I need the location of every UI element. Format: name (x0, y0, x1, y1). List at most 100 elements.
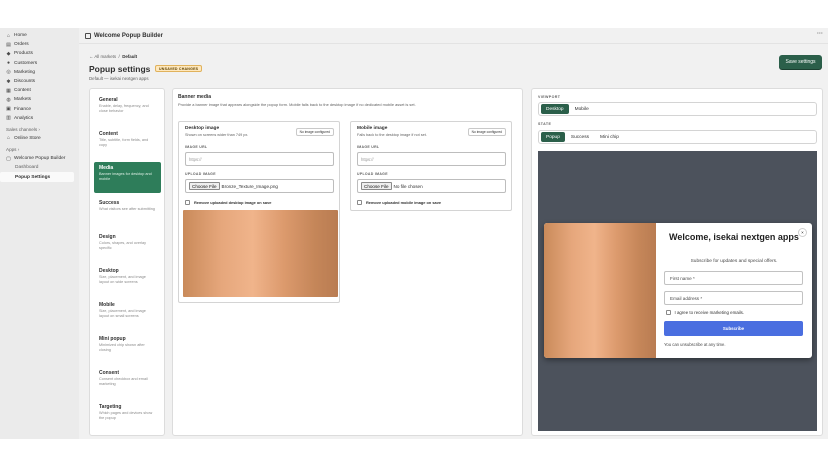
app-icon: ▢ (6, 155, 11, 162)
menu-item-success[interactable]: Success What visitors see after submittin… (94, 197, 161, 215)
mobile-file-name: No file chosen (393, 183, 423, 189)
breadcrumb-separator: / (118, 54, 120, 59)
sidebar-item-customers[interactable]: ● Customers (0, 59, 79, 68)
sidebar-item-discounts[interactable]: ✱ Discounts (0, 77, 79, 86)
menu-item-media[interactable]: Media Banner images for desktop and mobil… (94, 162, 161, 193)
mobile-choose-file-button[interactable]: Choose File (361, 182, 392, 190)
desktop-file-input[interactable]: Choose File Bronze_Texture_Image.png (185, 179, 334, 193)
save-settings-button[interactable]: Save settings (779, 55, 822, 69)
popup-first-name-field[interactable]: First name * (664, 271, 803, 285)
sidebar-item-content[interactable]: ▦ Content (0, 86, 79, 95)
popup-preview: × Welcome, isekai nextgen apps Subscribe… (544, 223, 812, 358)
page-subtitle: Default — isekai nextgen apps (89, 76, 149, 81)
desktop-image-description: Shown on screens wider than 749 px. (185, 133, 249, 137)
viewport-mobile-button[interactable]: Mobile (570, 104, 594, 114)
customers-icon: ● (6, 60, 11, 67)
menu-item-consent[interactable]: Consent Consent checkbox and email market… (94, 367, 161, 390)
marketing-icon: ◎ (6, 69, 11, 76)
settings-menu: General Enable, delay, frequency, and clo… (89, 88, 165, 436)
page-title: Popup settings (89, 64, 151, 74)
mobile-image-status-badge: No image configured (467, 128, 506, 136)
desktop-remove-checkbox[interactable] (185, 200, 190, 205)
sidebar-item-label: Welcome Popup Builder (14, 156, 66, 162)
state-mini-chip-button[interactable]: Mini chip (595, 132, 624, 142)
sidebar-item-app[interactable]: ▢ Welcome Popup Builder (0, 154, 79, 163)
banner-media-card: Banner media Provide a banner image that… (172, 88, 523, 436)
sidebar-item-products[interactable]: ◆ Products (0, 49, 79, 58)
menu-item-desc: Which pages and devices show the popup (99, 411, 153, 420)
menu-item-general[interactable]: General Enable, delay, frequency, and clo… (94, 94, 161, 117)
breadcrumb-back-link[interactable]: ← All markets (89, 54, 116, 59)
desktop-remove-checkbox-row[interactable]: Remove uploaded desktop image on save (185, 200, 271, 205)
sidebar-item-marketing[interactable]: ◎ Marketing (0, 68, 79, 77)
sidebar-item-label: Home (14, 33, 27, 39)
desktop-image-preview (183, 210, 338, 297)
sidebar-item-label: Content (14, 88, 31, 94)
popup-consent-row[interactable]: I agree to receive marketing emails. (666, 310, 744, 315)
orders-icon: ▤ (6, 41, 11, 48)
mobile-remove-checkbox[interactable] (357, 200, 362, 205)
preview-canvas: × Welcome, isekai nextgen apps Subscribe… (538, 151, 817, 431)
menu-item-title: Mobile (99, 302, 115, 308)
desktop-choose-file-button[interactable]: Choose File (189, 182, 220, 190)
sidebar-item-home[interactable]: ⌂ Home (0, 31, 79, 40)
sidebar-item-finance[interactable]: ▣ Finance (0, 105, 79, 114)
mobile-image-description: Falls back to the desktop image if not s… (357, 133, 427, 137)
menu-item-title: Mini popup (99, 336, 126, 342)
state-popup-button[interactable]: Popup (541, 132, 565, 142)
menu-item-title: Desktop (99, 268, 119, 274)
sidebar-item-label: Discounts (14, 79, 36, 85)
sales-channels-label[interactable]: Sales channels › (0, 125, 79, 134)
desktop-image-status-badge: No image configured (295, 128, 334, 136)
desktop-file-name: Bronze_Texture_Image.png (221, 183, 278, 189)
menu-item-content[interactable]: Content Title, subtitle, form fields, and… (94, 128, 161, 151)
popup-email-field[interactable]: Email address * (664, 291, 803, 305)
menu-item-mini-popup[interactable]: Mini popup Minimized chip shown after clo… (94, 333, 161, 356)
popup-title: Welcome, isekai nextgen apps (669, 232, 799, 242)
menu-item-desc: Enable, delay, frequency, and close beha… (99, 104, 149, 113)
menu-item-title: Success (99, 200, 120, 206)
sidebar-item-online-store[interactable]: ⌂ Online Store (0, 134, 79, 143)
mobile-image-url-input[interactable]: https:// (357, 152, 506, 166)
sidebar-item-orders[interactable]: ▤ Orders (0, 40, 79, 49)
mobile-upload-label: UPLOAD IMAGE (357, 172, 388, 176)
desktop-image-title: Desktop image (185, 126, 220, 131)
menu-item-design[interactable]: Design Colors, shapes, and overlay specif… (94, 231, 161, 254)
viewport-toggle: Desktop Mobile (538, 102, 817, 116)
menu-item-desktop[interactable]: Desktop Size, placement, and image layout… (94, 265, 161, 288)
menu-item-title: Consent (99, 370, 119, 376)
breadcrumb-current: Default (122, 54, 138, 59)
popup-subscribe-button[interactable]: Subscribe (664, 321, 803, 336)
state-label: STATE (538, 122, 552, 126)
sidebar-item-analytics[interactable]: ▥ Analytics (0, 114, 79, 123)
popup-consent-label: I agree to receive marketing emails. (674, 310, 745, 315)
mobile-file-input[interactable]: Choose File No file chosen (357, 179, 506, 193)
sidebar-item-dashboard[interactable]: Dashboard (0, 163, 79, 172)
more-options-icon[interactable]: ··· (817, 31, 823, 37)
apps-label[interactable]: Apps › (0, 145, 79, 154)
sidebar-item-label: Analytics (14, 115, 34, 121)
popup-consent-checkbox[interactable] (666, 310, 671, 315)
markets-icon: ◍ (6, 96, 11, 103)
bottom-area (0, 439, 828, 466)
sidebar-item-label: Products (14, 51, 33, 57)
menu-item-title: Targeting (99, 404, 122, 410)
state-success-button[interactable]: Success (566, 132, 594, 142)
menu-item-targeting[interactable]: Targeting Which pages and devices show th… (94, 401, 161, 424)
popup-unsubscribe-note: You can unsubscribe at any time. (664, 342, 726, 347)
desktop-image-url-input[interactable]: https:// (185, 152, 334, 166)
menu-item-mobile[interactable]: Mobile Size, placement, and image layout … (94, 299, 161, 322)
sidebar-item-markets[interactable]: ◍ Markets (0, 95, 79, 104)
sidebar-item-popup-settings[interactable]: Popup Settings (0, 172, 74, 182)
sidebar-item-label: Markets (14, 97, 32, 103)
analytics-icon: ▥ (6, 115, 11, 122)
menu-item-title: Content (99, 131, 118, 137)
state-toggle: Popup Success Mini chip (538, 130, 817, 144)
mobile-image-title: Mobile image (357, 126, 388, 131)
desktop-remove-label: Remove uploaded desktop image on save (194, 200, 272, 205)
banner-media-description: Provide a banner image that appears alon… (178, 102, 416, 107)
viewport-desktop-button[interactable]: Desktop (541, 104, 569, 114)
mobile-remove-checkbox-row[interactable]: Remove uploaded mobile image on save (357, 200, 441, 205)
store-icon: ⌂ (6, 135, 11, 142)
sidebar-item-label: Finance (14, 106, 32, 112)
